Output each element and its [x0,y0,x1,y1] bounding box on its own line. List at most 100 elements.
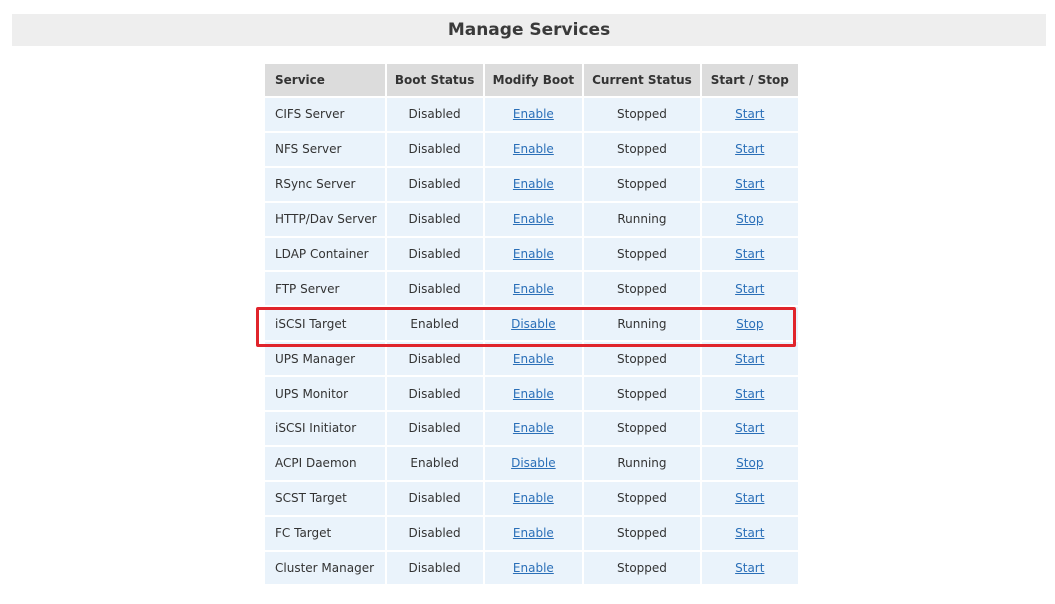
service-name: iSCSI Target [265,307,385,341]
start-stop-cell: Start [701,516,798,550]
header-current-status: Current Status [584,64,700,96]
table-row: iSCSI Initiator Disabled Enable Stopped Star… [265,412,798,445]
modify-boot-link[interactable]: Enable [513,282,554,296]
boot-status-cell: Disabled [386,237,483,271]
start-stop-cell: Start [701,98,798,131]
modify-boot-cell: Enable [484,237,583,271]
boot-status-cell: Disabled [386,167,483,201]
modify-boot-link[interactable]: Disable [511,317,556,331]
service-name: ACPI Daemon [265,446,385,480]
start-stop-link[interactable]: Stop [736,317,763,331]
current-status-cell: Stopped [584,412,700,445]
services-table: Service Boot Status Modify Boot Current … [263,62,800,586]
boot-status-cell: Disabled [386,98,483,131]
table-row: UPS Monitor Disabled Enable Stopped Start [265,377,798,411]
modify-boot-cell: Enable [484,202,583,236]
current-status-cell: Stopped [584,272,700,306]
modify-boot-cell: Enable [484,377,583,411]
modify-boot-link[interactable]: Enable [513,247,554,261]
modify-boot-link[interactable]: Enable [513,212,554,226]
table-row: SCST Target Disabled Enable Stopped Start [265,481,798,515]
title-bar: Manage Services [12,14,1046,46]
table-row: RSync Server Disabled Enable Stopped Start [265,167,798,201]
service-name: SCST Target [265,481,385,515]
modify-boot-cell: Enable [484,132,583,166]
boot-status-cell: Disabled [386,516,483,550]
boot-status-cell: Disabled [386,202,483,236]
start-stop-cell: Start [701,377,798,411]
current-status-cell: Stopped [584,342,700,376]
header-boot-status: Boot Status [386,64,483,96]
boot-status-cell: Disabled [386,377,483,411]
modify-boot-link[interactable]: Enable [513,352,554,366]
header-modify-boot: Modify Boot [484,64,583,96]
table-row: UPS Manager Disabled Enable Stopped Start [265,342,798,376]
table-row: iSCSI Target Enabled Disable Running Stop [265,307,798,341]
start-stop-link[interactable]: Stop [736,212,763,226]
start-stop-link[interactable]: Stop [736,456,763,470]
modify-boot-link[interactable]: Disable [511,456,556,470]
start-stop-link[interactable]: Start [735,282,764,296]
service-name: UPS Monitor [265,377,385,411]
table-row: HTTP/Dav Server Disabled Enable Running Stop [265,202,798,236]
modify-boot-link[interactable]: Enable [513,107,554,121]
current-status-cell: Stopped [584,237,700,271]
header-service: Service [265,64,385,96]
modify-boot-cell: Enable [484,167,583,201]
modify-boot-link[interactable]: Enable [513,387,554,401]
boot-status-cell: Disabled [386,481,483,515]
boot-status-cell: Disabled [386,412,483,445]
start-stop-cell: Start [701,167,798,201]
start-stop-link[interactable]: Start [735,352,764,366]
page-title: Manage Services [447,20,611,40]
table-row: NFS Server Disabled Enable Stopped Start [265,132,798,166]
table-row: Cluster Manager Disabled Enable Stopped Star… [265,551,798,585]
start-stop-link[interactable]: Start [735,561,764,575]
modify-boot-link[interactable]: Enable [513,491,554,505]
current-status-cell: Running [584,202,700,236]
current-status-cell: Stopped [584,377,700,411]
modify-boot-cell: Enable [484,551,583,585]
modify-boot-link[interactable]: Enable [513,177,554,191]
modify-boot-link[interactable]: Enable [513,561,554,575]
manage-services-page: Manage Services Service Boot Status Modi… [0,0,1055,604]
start-stop-cell: Start [701,132,798,166]
start-stop-link[interactable]: Start [735,107,764,121]
modify-boot-link[interactable]: Enable [513,421,554,435]
service-name: CIFS Server [265,98,385,131]
current-status-cell: Stopped [584,481,700,515]
table-row: LDAP Container Disabled Enable Stopped Start [265,237,798,271]
start-stop-cell: Start [701,272,798,306]
table-row: FTP Server Disabled Enable Stopped Start [265,272,798,306]
table-row: ACPI Daemon Enabled Disable Running Stop [265,446,798,480]
start-stop-cell: Start [701,551,798,585]
modify-boot-cell: Disable [484,307,583,341]
current-status-cell: Running [584,446,700,480]
service-name: LDAP Container [265,237,385,271]
start-stop-link[interactable]: Start [735,387,764,401]
start-stop-cell: Start [701,481,798,515]
service-name: Cluster Manager [265,551,385,585]
start-stop-link[interactable]: Start [735,142,764,156]
modify-boot-cell: Enable [484,516,583,550]
modify-boot-link[interactable]: Enable [513,142,554,156]
table-header-row: Service Boot Status Modify Boot Current … [265,64,798,96]
boot-status-cell: Disabled [386,272,483,306]
modify-boot-link[interactable]: Enable [513,526,554,540]
start-stop-link[interactable]: Start [735,247,764,261]
start-stop-link[interactable]: Start [735,491,764,505]
modify-boot-cell: Enable [484,412,583,445]
start-stop-link[interactable]: Start [735,421,764,435]
current-status-cell: Stopped [584,516,700,550]
start-stop-cell: Stop [701,446,798,480]
current-status-cell: Running [584,307,700,341]
modify-boot-cell: Enable [484,98,583,131]
current-status-cell: Stopped [584,551,700,585]
start-stop-link[interactable]: Start [735,526,764,540]
service-name: iSCSI Initiator [265,412,385,445]
boot-status-cell: Disabled [386,551,483,585]
table-row: FC Target Disabled Enable Stopped Start [265,516,798,550]
start-stop-cell: Start [701,237,798,271]
start-stop-cell: Start [701,412,798,445]
start-stop-link[interactable]: Start [735,177,764,191]
